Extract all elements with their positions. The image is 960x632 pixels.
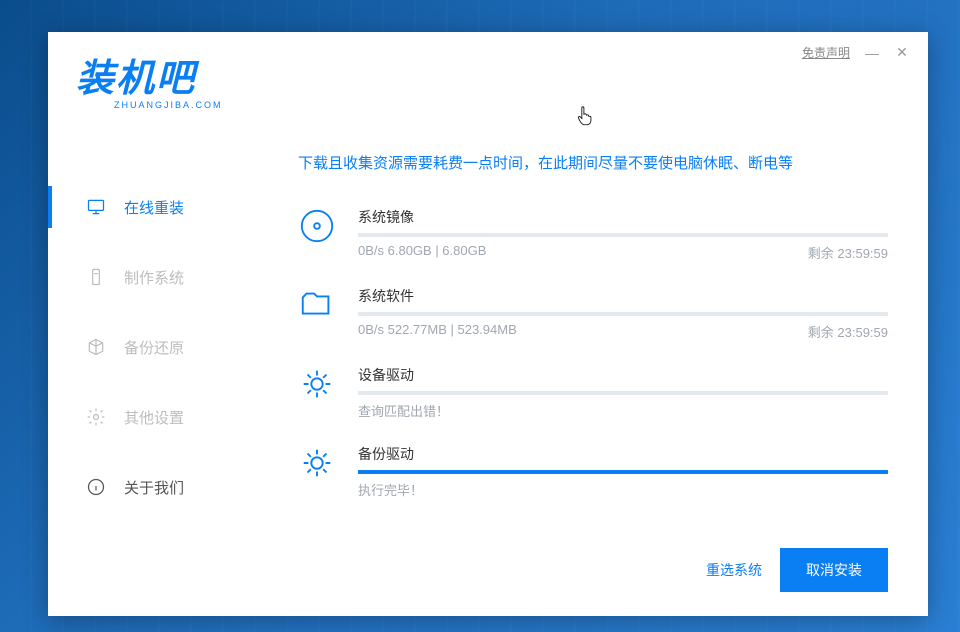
task-system-software: 系统软件 0B/s 522.77MB | 523.94MB 剩余 23:59:5… (298, 286, 888, 341)
task-status: 执行完毕！ (358, 480, 423, 499)
task-speed: 0B/s 6.80GB | 6.80GB (358, 243, 486, 262)
logo-subtext: ZHUANGJIBA.COM (114, 100, 223, 110)
task-title: 设备驱动 (358, 365, 888, 385)
usb-icon (86, 267, 106, 287)
app-logo: 装机吧 ZHUANGJIBA.COM (76, 60, 223, 110)
nav-other-settings[interactable]: 其他设置 (48, 382, 278, 452)
cube-icon (86, 337, 106, 357)
nav-label: 在线重装 (124, 197, 184, 218)
nav-label: 其他设置 (124, 407, 184, 428)
task-remain: 剩余 23:59:59 (808, 243, 888, 262)
task-status: 查询匹配出错！ (358, 401, 449, 420)
footer: 重选系统 取消安装 (706, 548, 888, 592)
hint-text: 下载且收集资源需要耗费一点时间，在此期间尽量不要使电脑休眠、断电等 (298, 152, 888, 173)
nav-online-reinstall[interactable]: 在线重装 (48, 172, 278, 242)
gear-icon (86, 407, 106, 427)
task-device-driver: 设备驱动 查询匹配出错！ (298, 365, 888, 420)
gear-icon (298, 444, 336, 482)
nav-about[interactable]: 关于我们 (48, 452, 278, 522)
info-icon (86, 477, 106, 497)
cursor-pointer-icon (576, 104, 596, 128)
task-title: 备份驱动 (358, 444, 888, 464)
reselect-system-link[interactable]: 重选系统 (706, 560, 762, 580)
progress-bar (358, 470, 888, 474)
task-remain: 剩余 23:59:59 (808, 322, 888, 341)
folder-icon (298, 286, 336, 324)
progress-bar (358, 391, 888, 395)
gear-icon (298, 365, 336, 403)
task-title: 系统镜像 (358, 207, 888, 227)
cancel-install-button[interactable]: 取消安装 (780, 548, 888, 592)
minimize-button[interactable]: — (864, 45, 880, 61)
monitor-icon (86, 197, 106, 217)
nav-label: 关于我们 (124, 477, 184, 498)
nav-label: 备份还原 (124, 337, 184, 358)
logo-text: 装机吧 (76, 60, 223, 98)
nav-label: 制作系统 (124, 267, 184, 288)
progress-bar (358, 312, 888, 316)
nav-backup-restore[interactable]: 备份还原 (48, 312, 278, 382)
task-system-image: 系统镜像 0B/s 6.80GB | 6.80GB 剩余 23:59:59 (298, 207, 888, 262)
task-title: 系统软件 (358, 286, 888, 306)
task-backup-driver: 备份驱动 执行完毕！ (298, 444, 888, 499)
titlebar: 免责声明 — ✕ (802, 44, 910, 61)
app-window: 免责声明 — ✕ 装机吧 ZHUANGJIBA.COM 在线重装 制作系统 备份… (48, 32, 928, 616)
nav-make-system[interactable]: 制作系统 (48, 242, 278, 312)
task-speed: 0B/s 522.77MB | 523.94MB (358, 322, 517, 341)
close-button[interactable]: ✕ (894, 44, 910, 61)
disc-icon (298, 207, 336, 245)
progress-bar (358, 233, 888, 237)
disclaimer-link[interactable]: 免责声明 (802, 44, 850, 61)
main-content: 下载且收集资源需要耗费一点时间，在此期间尽量不要使电脑休眠、断电等 系统镜像 0… (298, 152, 888, 523)
sidebar: 在线重装 制作系统 备份还原 其他设置 关于我们 (48, 172, 278, 522)
